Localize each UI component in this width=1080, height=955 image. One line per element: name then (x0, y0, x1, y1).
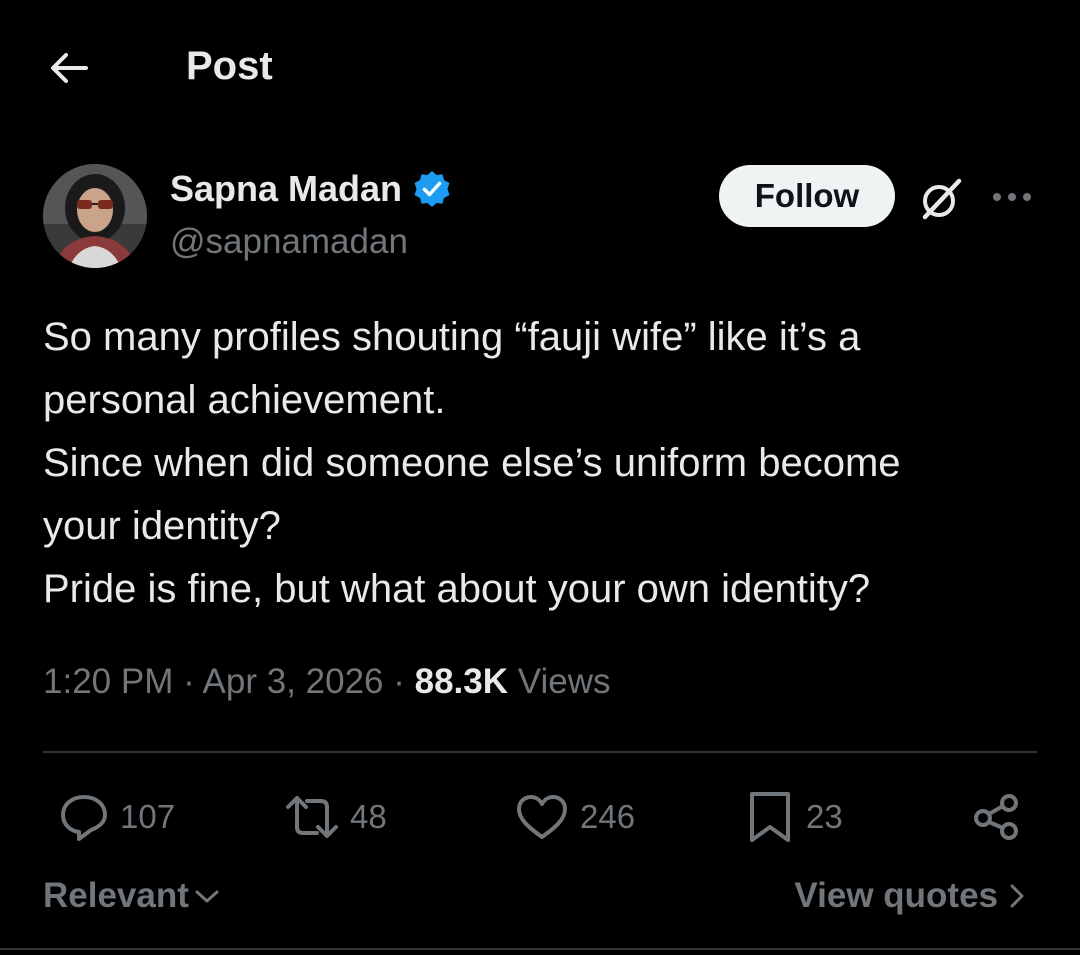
meta-separator: · (383, 662, 415, 701)
post-line: Since when did someone else’s uniform be… (43, 441, 901, 485)
verified-badge-icon[interactable] (412, 169, 452, 209)
repost-button[interactable]: 48 (284, 790, 387, 844)
avatar-image (43, 164, 147, 268)
share-button[interactable] (971, 790, 1023, 844)
follow-button[interactable]: Follow (719, 165, 895, 227)
post-line: Pride is fine, but what about your own i… (43, 567, 871, 611)
grok-icon[interactable] (917, 175, 965, 223)
meta-separator: · (173, 662, 203, 701)
like-button[interactable]: 246 (514, 790, 635, 844)
bookmark-count: 23 (806, 798, 843, 835)
views-count[interactable]: 88.3K (415, 662, 508, 701)
more-dots-icon[interactable] (990, 182, 1034, 212)
reply-button[interactable]: 107 (58, 790, 175, 844)
heart-icon (517, 795, 567, 839)
post-time[interactable]: 1:20 PM (43, 662, 173, 701)
page-title: Post (186, 44, 273, 88)
share-icon (974, 794, 1018, 840)
chevron-right-icon (1010, 884, 1024, 908)
divider (0, 948, 1080, 950)
views-label: Views (508, 662, 611, 701)
like-count: 246 (580, 798, 636, 835)
view-quotes-label: View quotes (794, 876, 998, 915)
avatar[interactable] (43, 164, 147, 268)
chevron-down-icon (195, 890, 219, 903)
post-date[interactable]: Apr 3, 2026 (203, 662, 384, 701)
top-bar: Post (0, 0, 1080, 130)
post-line: personal achievement. (43, 378, 446, 422)
bookmark-icon (750, 792, 790, 842)
arrow-left-icon[interactable] (46, 46, 90, 90)
sort-dropdown[interactable]: Relevant (43, 876, 221, 916)
view-quotes-link[interactable]: View quotes (794, 876, 1028, 916)
reply-count: 107 (120, 798, 176, 835)
repost-count: 48 (350, 798, 387, 835)
sort-label: Relevant (43, 876, 189, 915)
divider (43, 751, 1037, 753)
post-line: your identity? (43, 504, 281, 548)
post-meta: 1:20 PM · Apr 3, 2026 · 88.3K Views (43, 662, 611, 702)
repost-icon (286, 796, 338, 838)
post-text: So many profiles shouting “fauji wife” l… (43, 306, 1043, 621)
author-name[interactable]: Sapna Madan (170, 168, 402, 210)
bookmark-button[interactable]: 23 (744, 790, 843, 844)
post-line: So many profiles shouting “fauji wife” l… (43, 315, 861, 359)
author-name-row: Sapna Madan (170, 168, 452, 210)
reply-icon (61, 795, 107, 841)
author-handle[interactable]: @sapnamadan (170, 222, 408, 262)
